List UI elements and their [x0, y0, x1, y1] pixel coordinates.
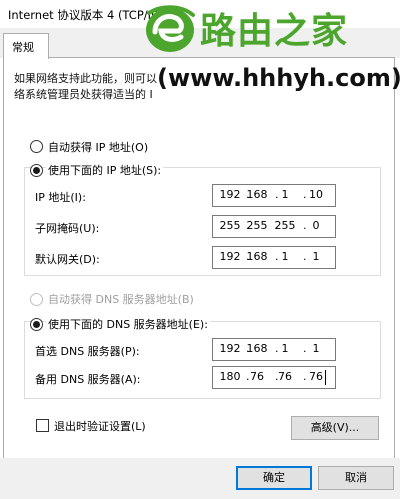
default-gateway-label: 默认网关(D):	[35, 253, 100, 266]
manual-dns-label[interactable]: 使用下面的 DNS 服务器地址(E):	[46, 316, 210, 332]
auto-ip-label[interactable]: 自动获得 IP 地址(O)	[48, 139, 148, 155]
validate-on-exit-checkbox[interactable]	[36, 419, 49, 432]
watermark-logo-icon	[146, 5, 195, 52]
alternate-dns-input[interactable]: 180 . 76 . 76 . 76	[212, 366, 336, 389]
description-line-1: 如果网络支持此功能，则可以	[14, 72, 157, 85]
ok-button[interactable]: 确定	[236, 466, 312, 490]
subnet-mask-octet-3: 255	[274, 219, 296, 232]
ip-settings-group: IP 地址(I): 192 . 168 . 1 . 10 子网掩码(U): 25…	[24, 167, 381, 276]
auto-ip-radio[interactable]	[30, 140, 43, 153]
watermark-name: 路由之家	[200, 11, 349, 52]
preferred-dns-label: 首选 DNS 服务器(P):	[35, 345, 140, 358]
description-line-2: 络系统管理员处获得适当的 I	[14, 88, 153, 101]
ip-address-octet-3: 1	[281, 188, 289, 201]
general-panel: 如果网络支持此功能，则可以 络系统管理员处获得适当的 I 自动获得 IP 地址(…	[3, 57, 395, 459]
auto-dns-radio[interactable]	[30, 293, 43, 306]
ip-address-label: IP 地址(I):	[35, 191, 86, 204]
alternate-dns-label: 备用 DNS 服务器(A):	[35, 373, 141, 386]
watermark-url: (www.hhhyh.com)	[157, 64, 400, 92]
manual-ip-label[interactable]: 使用下面的 IP 地址(S):	[46, 162, 164, 178]
default-gateway-octet-4: 1	[312, 250, 320, 263]
text-cursor	[325, 370, 326, 385]
default-gateway-octet-3: 1	[281, 250, 289, 263]
preferred-dns-input[interactable]: 192 . 168 . 1 . 1	[212, 338, 336, 361]
default-gateway-input[interactable]: 192 . 168 . 1 . 1	[212, 246, 336, 269]
dns-settings-group: 首选 DNS 服务器(P): 192 . 168 . 1 . 1 备用 DNS …	[24, 321, 381, 399]
subnet-mask-octet-4: 0	[312, 219, 320, 232]
cancel-button[interactable]: 取消	[318, 466, 394, 490]
subnet-mask-input[interactable]: 255 . 255 . 255 . 0	[212, 215, 336, 238]
tab-general-label: 常规	[12, 41, 34, 54]
advanced-button[interactable]: 高级(V)...	[291, 416, 379, 440]
ip-address-input[interactable]: 192 . 168 . 1 . 10	[212, 184, 336, 207]
auto-dns-label[interactable]: 自动获得 DNS 服务器地址(B)	[48, 291, 194, 307]
manual-dns-radio[interactable]	[30, 318, 43, 331]
tab-general[interactable]: 常规	[3, 33, 49, 59]
preferred-dns-octet-4: 1	[312, 342, 320, 355]
alternate-dns-octet-4: 76	[309, 370, 323, 383]
alternate-dns-octet-3: 76	[278, 370, 292, 383]
preferred-dns-octet-3: 1	[281, 342, 289, 355]
subnet-mask-label: 子网掩码(U):	[35, 222, 100, 235]
ip-address-octet-4: 10	[309, 188, 323, 201]
validate-on-exit-label[interactable]: 退出时验证设置(L)	[54, 418, 146, 434]
manual-ip-radio[interactable]	[30, 164, 43, 177]
